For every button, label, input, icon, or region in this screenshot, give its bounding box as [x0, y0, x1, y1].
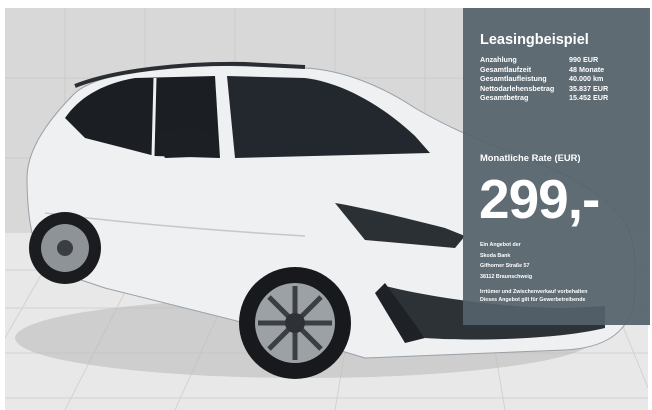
offer-line: Skoda Bank: [480, 252, 511, 259]
term-label: Gesamtlaufleistung: [480, 74, 547, 84]
monthly-rate-label: Monatliche Rate (EUR): [480, 152, 581, 163]
monthly-rate-price: 299,-: [479, 168, 600, 230]
panel-title: Leasingbeispiel: [480, 32, 589, 48]
term-row-gesamtlaufleistung: Gesamtlaufleistung 40.000 km: [480, 74, 645, 84]
term-row-anzahlung: Anzahlung 990 EUR: [480, 55, 645, 65]
term-label: Gesamtlaufzeit: [480, 64, 532, 74]
term-value: 40.000 km: [569, 74, 604, 84]
term-row-gesamtlaufzeit: Gesamtlaufzeit 48 Monate: [480, 65, 645, 75]
leasing-terms: Anzahlung 990 EUR Gesamtlaufzeit 48 Mona…: [480, 55, 645, 103]
term-value: 990 EUR: [569, 55, 599, 64]
offer-line: Ein Angebot der: [480, 242, 521, 248]
disclaimer-line: Dieses Angebot gilt für Gewerbetreibende: [480, 297, 586, 304]
term-label: Gesamtbetrag: [480, 93, 529, 103]
term-row-nettodarlehensbetrag: Nettodarlehensbetrag 35.837 EUR: [480, 84, 645, 94]
term-row-gesamtbetrag: Gesamtbetrag 15.452 EUR: [480, 93, 645, 103]
leasing-panel: Leasingbeispiel Anzahlung 990 EUR Gesamt…: [463, 8, 650, 325]
term-value: 35.837 EUR: [569, 83, 609, 93]
offer-line: Gifhorner Straße 57: [480, 263, 530, 269]
offer-line: 38112 Braunschweig: [480, 273, 533, 280]
disclaimer-line: Irrtümer und Zwischenverkauf vorbehalten: [480, 289, 588, 295]
disclaimer: Irrtümer und Zwischenverkauf vorbehalten…: [480, 288, 587, 304]
term-value: 15.452 EUR: [569, 93, 609, 103]
term-value: 48 Monate: [569, 64, 605, 74]
term-label: Anzahlung: [480, 55, 517, 64]
term-label: Nettodarlehensbetrag: [480, 83, 555, 93]
offer-address: Ein Angebot der Skoda Bank Gifhorner Str…: [480, 240, 532, 282]
